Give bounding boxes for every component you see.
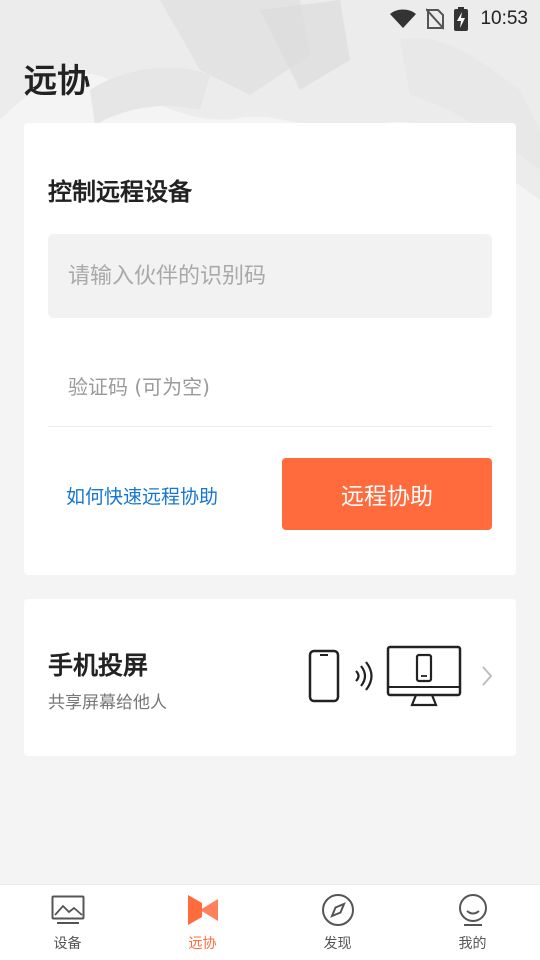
status-bar: 10:53 — [0, 0, 540, 38]
monitor-icon — [386, 645, 462, 707]
battery-charging-icon — [454, 7, 469, 31]
screen: 10:53 远协 控制远程设备 如何快速远程协助 远程协助 手机投屏 共享屏幕给… — [0, 0, 540, 960]
nav-item-devices[interactable]: 设备 — [0, 885, 135, 960]
partner-id-input[interactable] — [48, 234, 492, 318]
page-title: 远协 — [24, 61, 90, 100]
screen-cast-card[interactable]: 手机投屏 共享屏幕给他人 — [24, 599, 516, 756]
quick-remote-help-link[interactable]: 如何快速远程协助 — [66, 482, 218, 509]
bottom-nav: 设备 远协 发现 我的 — [0, 884, 540, 960]
remote-assist-button[interactable]: 远程协助 — [282, 458, 492, 530]
devices-image-icon — [50, 893, 86, 927]
phone-icon — [308, 649, 340, 703]
cast-illustration — [308, 645, 462, 707]
chevron-right-icon — [482, 666, 493, 686]
cast-card-title: 手机投屏 — [48, 651, 149, 680]
cast-card-subtitle: 共享屏幕给他人 — [48, 693, 167, 713]
nav-item-discover[interactable]: 发现 — [270, 885, 405, 960]
nav-item-remote-assist[interactable]: 远协 — [135, 885, 270, 960]
signal-waves-icon — [355, 661, 373, 691]
compass-icon — [320, 893, 356, 927]
wifi-icon — [390, 9, 417, 29]
nav-label-devices: 设备 — [53, 936, 82, 952]
remote-card-title: 控制远程设备 — [48, 178, 192, 206]
nav-label-remote-assist: 远协 — [188, 936, 217, 952]
profile-face-icon — [455, 893, 491, 927]
nav-label-profile: 我的 — [458, 936, 487, 952]
nav-item-profile[interactable]: 我的 — [405, 885, 540, 960]
nav-label-discover: 发现 — [323, 936, 352, 952]
remote-assist-logo-icon — [185, 893, 221, 927]
no-sim-icon — [426, 8, 445, 30]
status-time: 10:53 — [480, 8, 528, 29]
remote-control-card: 控制远程设备 如何快速远程协助 远程协助 — [24, 123, 516, 575]
verification-code-input[interactable] — [48, 347, 492, 427]
